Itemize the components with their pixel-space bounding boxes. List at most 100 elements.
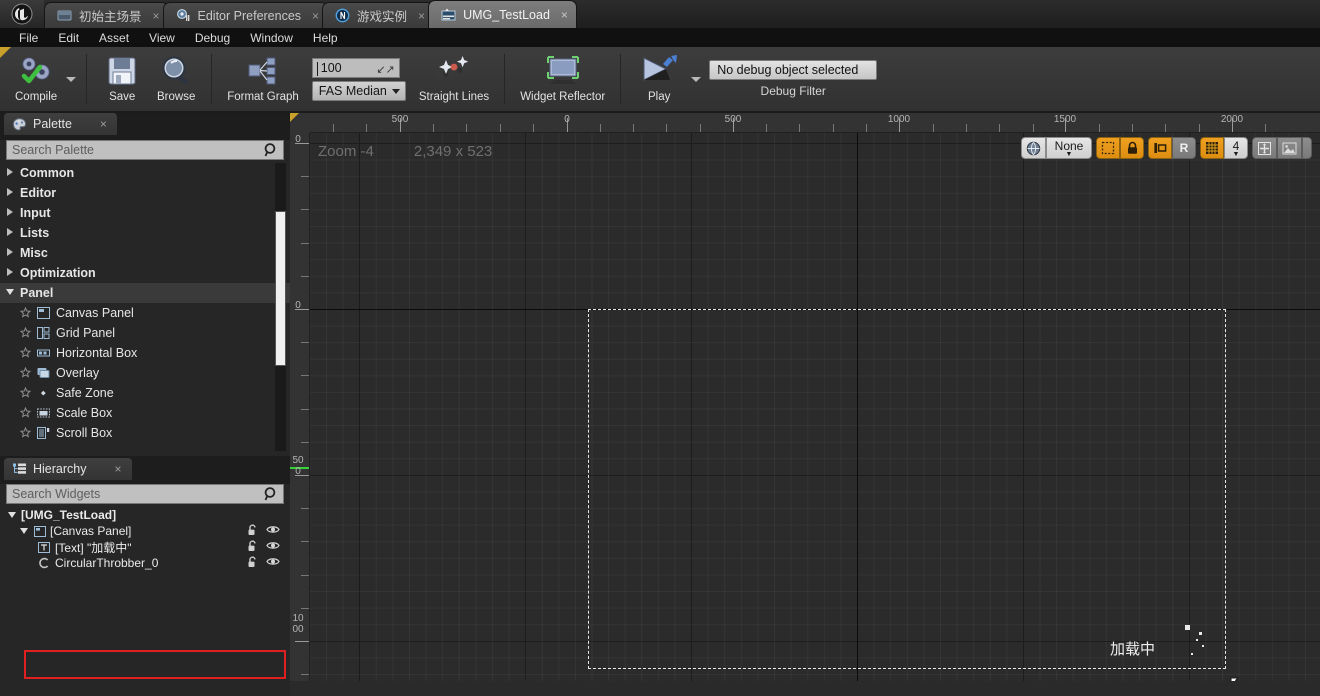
fas-median-dropdown[interactable]: FAS Median <box>311 80 406 101</box>
menu-debug[interactable]: Debug <box>186 29 239 47</box>
search-palette-input[interactable]: Search Palette <box>6 139 284 161</box>
eye-icon[interactable] <box>266 556 280 570</box>
canvas-panel-icon <box>36 306 51 320</box>
rotation-toggle[interactable]: R <box>1172 137 1196 159</box>
menu-view[interactable]: View <box>140 29 184 47</box>
palette-category-panel[interactable]: Panel <box>0 282 290 303</box>
widget-reflector-label: Widget Reflector <box>520 91 606 103</box>
favorite-star-icon[interactable] <box>19 306 32 318</box>
palette-category-common[interactable]: Common <box>0 163 290 183</box>
tab-close-icon[interactable]: × <box>418 10 425 22</box>
anchor-icon-toggle[interactable] <box>1148 137 1172 159</box>
menu-file[interactable]: File <box>10 29 47 47</box>
palette-item-overlay[interactable]: Overlay <box>0 363 290 383</box>
palette-item-canvas-panel[interactable]: Canvas Panel <box>0 303 290 323</box>
unlock-icon[interactable] <box>247 524 258 539</box>
search-widgets-input[interactable]: Search Widgets <box>6 484 284 504</box>
tab-game-instance[interactable]: 游戏实例 × <box>322 2 435 28</box>
palette-tab[interactable]: Palette × <box>4 113 117 135</box>
tab-close-icon[interactable]: × <box>312 10 319 22</box>
fill-rule-dropdown[interactable]: None ▼ <box>1046 137 1092 159</box>
hierarchy-row-circular-throbber[interactable]: CircularThrobber_0 <box>0 555 290 571</box>
v-ruler-label: 500 <box>292 455 304 477</box>
hierarchy-row-text-widget[interactable]: [Text] "加载中" <box>0 539 290 555</box>
browse-button[interactable]: Browse <box>149 49 203 109</box>
palette-close-icon[interactable]: × <box>100 117 107 131</box>
designer-viewport[interactable]: 500 0 500 1000 1500 2000 0 0 500 1000 加载… <box>290 113 1320 696</box>
menu-asset[interactable]: Asset <box>90 29 138 47</box>
canvas-panel-selection-outline[interactable] <box>588 309 1226 669</box>
favorite-star-icon[interactable] <box>19 386 32 398</box>
palette-category-editor[interactable]: Editor <box>0 183 290 203</box>
format-graph-button[interactable]: Format Graph <box>220 49 306 109</box>
play-button[interactable]: Play <box>629 49 689 109</box>
favorite-star-icon[interactable] <box>19 326 32 338</box>
palette-category-label: Common <box>20 165 75 180</box>
favorite-star-icon[interactable] <box>19 406 32 418</box>
viewport-group-outline <box>1096 137 1144 159</box>
unlock-icon[interactable] <box>247 540 258 555</box>
canvas-circular-throbber[interactable] <box>1175 623 1209 657</box>
palette-item-grid-panel[interactable]: Grid Panel <box>0 323 290 343</box>
debug-object-dropdown[interactable]: No debug object selected <box>709 60 878 80</box>
lock-icon-toggle[interactable] <box>1120 137 1144 159</box>
favorite-star-icon[interactable] <box>19 426 32 438</box>
widget-reflector-button[interactable]: Widget Reflector <box>513 49 612 109</box>
graph-spacing-input[interactable]: 100 ↙↗ <box>311 57 400 78</box>
grid-icon-toggle[interactable] <box>1200 137 1224 159</box>
tab-level[interactable]: 初始主场景 × <box>44 2 169 28</box>
play-label: Play <box>648 91 671 103</box>
compile-label: Compile <box>15 91 58 103</box>
palette-category-misc[interactable]: Misc <box>0 243 290 263</box>
search-icon <box>263 142 279 161</box>
viewport-toolbar: None ▼ R 4 ▼ <box>1021 137 1312 159</box>
favorite-star-icon[interactable] <box>19 366 32 378</box>
scroll-box-icon <box>36 426 51 440</box>
palette-category-optimization[interactable]: Optimization <box>0 263 290 283</box>
straight-lines-button[interactable]: Straight Lines <box>412 49 496 109</box>
unlock-icon[interactable] <box>247 556 258 571</box>
globe-icon-button[interactable] <box>1021 137 1046 159</box>
hierarchy-row-label: [Canvas Panel] <box>50 524 132 538</box>
h-ruler-label: 2000 <box>1220 114 1244 125</box>
play-dropdown-arrow[interactable] <box>689 49 703 109</box>
hierarchy-close-icon[interactable]: × <box>115 462 122 476</box>
floppy-disk-icon <box>105 52 139 90</box>
palette-list[interactable]: Common Editor Input Lists Misc Optimizat… <box>0 162 290 451</box>
compile-button[interactable]: Compile <box>8 49 64 109</box>
image-icon-button[interactable] <box>1277 137 1302 159</box>
palette-scrollbar-thumb[interactable] <box>275 210 286 366</box>
palette-item-safe-zone[interactable]: Safe Zone <box>0 383 290 403</box>
tab-editor-preferences[interactable]: Editor Preferences × <box>162 2 329 28</box>
favorite-star-icon[interactable] <box>19 346 32 358</box>
tab-umg-testload[interactable]: UMG_TestLoad × <box>428 0 577 28</box>
hierarchy-tree[interactable]: [UMG_TestLoad] [Canvas Panel] [Text] "加载… <box>0 507 290 571</box>
canvas-surface[interactable]: 加载中 <box>310 133 1320 696</box>
menu-window[interactable]: Window <box>241 29 302 47</box>
hierarchy-tab[interactable]: Hierarchy × <box>4 457 132 480</box>
dashed-box-toggle[interactable] <box>1096 137 1120 159</box>
tab-close-icon[interactable]: × <box>561 9 568 21</box>
menu-edit[interactable]: Edit <box>49 29 88 47</box>
menu-help[interactable]: Help <box>304 29 347 47</box>
compile-dropdown-arrow[interactable] <box>64 49 78 109</box>
transform-icon-button[interactable] <box>1252 137 1277 159</box>
warning-icon-button[interactable] <box>1302 137 1312 159</box>
palette-category-input[interactable]: Input <box>0 203 290 223</box>
hierarchy-row-root[interactable]: [UMG_TestLoad] <box>0 507 290 523</box>
eye-icon[interactable] <box>266 540 280 554</box>
tab-close-icon[interactable]: × <box>153 10 160 22</box>
hierarchy-row-toggles <box>247 540 280 555</box>
palette-item-horizontal-box[interactable]: Horizontal Box <box>0 343 290 363</box>
grid-size-dropdown[interactable]: 4 ▼ <box>1224 137 1248 159</box>
spinner-arrows-icon[interactable]: ↙↗ <box>376 63 394 76</box>
save-button[interactable]: Save <box>95 49 149 109</box>
eye-icon[interactable] <box>266 524 280 538</box>
hierarchy-row-canvas-panel[interactable]: [Canvas Panel] <box>0 523 290 539</box>
throbber-dot <box>1199 632 1202 635</box>
palette-item-scroll-box[interactable]: Scroll Box <box>0 423 290 443</box>
palette-body: Search Palette Common Editor Input Lists… <box>0 139 290 456</box>
palette-item-scale-box[interactable]: Scale Box <box>0 403 290 423</box>
palette-category-lists[interactable]: Lists <box>0 223 290 243</box>
canvas-text-widget[interactable]: 加载中 <box>1110 638 1155 659</box>
